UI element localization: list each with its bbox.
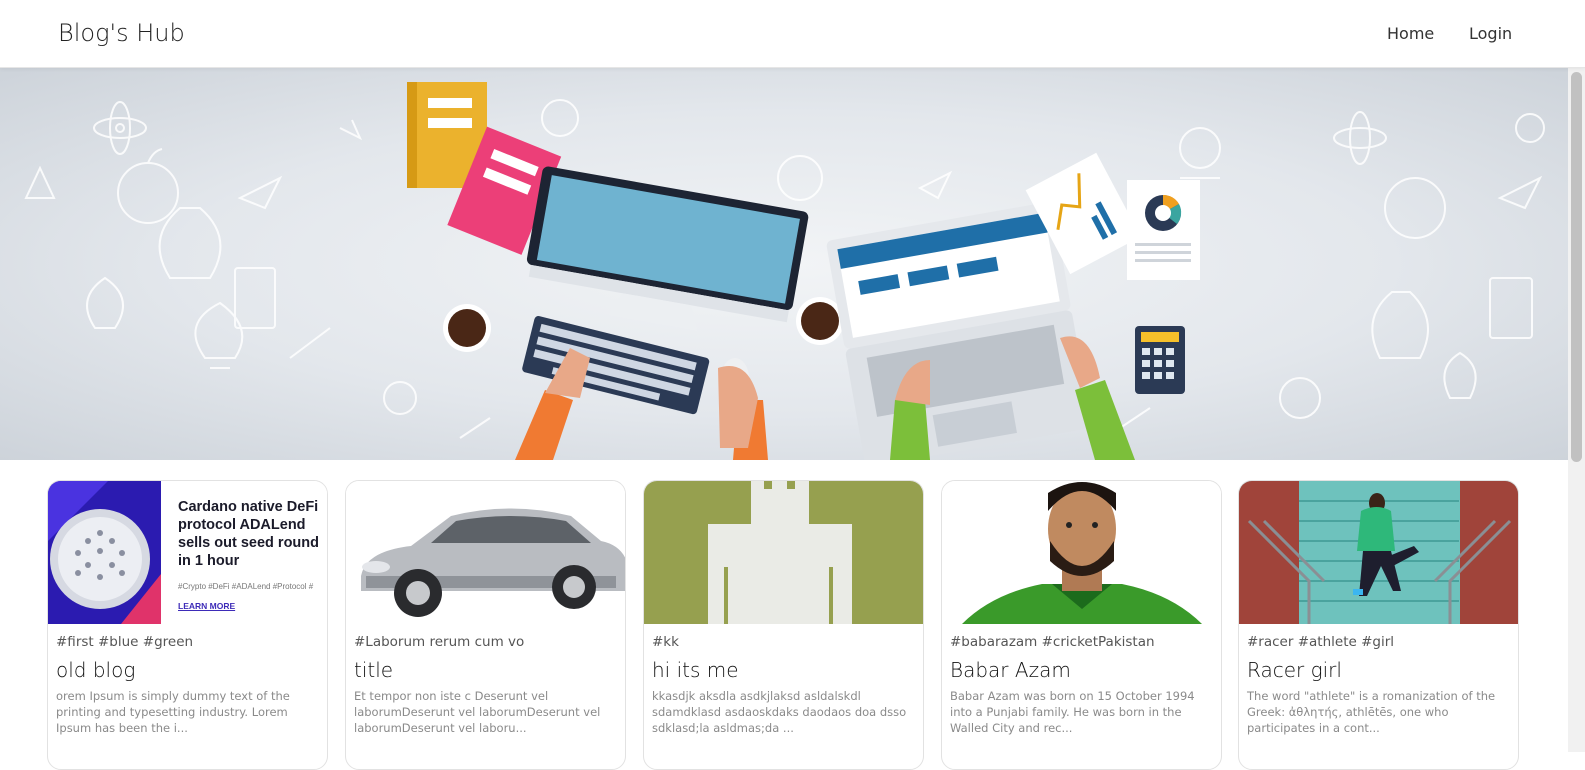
blog-card[interactable]: #Laborum rerum cum vo title Et tempor no… bbox=[345, 480, 626, 770]
card-excerpt: orem Ipsum is simply dummy text of the p… bbox=[56, 689, 290, 735]
page-scrollbar[interactable] bbox=[1568, 68, 1585, 752]
card-tags: #babarazam #cricketPakistan bbox=[950, 634, 1155, 650]
blog-card[interactable]: #kk hi its me kkasdjk aksdla asdkjlaksd … bbox=[643, 480, 924, 770]
card-thumbnail-cardano-ad: Cardano native DeFi protocol ADALend sel… bbox=[48, 481, 327, 624]
scrollbar-thumb[interactable] bbox=[1571, 72, 1582, 462]
blog-card[interactable]: #racer #athlete #girl Racer girl The wor… bbox=[1238, 480, 1519, 770]
card-excerpt: Et tempor non iste c Deserunt vel laboru… bbox=[354, 689, 601, 735]
card-tags: #first #blue #green bbox=[56, 634, 194, 650]
card-title[interactable]: title bbox=[354, 658, 393, 682]
card-excerpt: kkasdjk aksdla asdkjlaksd asldalskdl sda… bbox=[652, 689, 907, 735]
ad-headline: Cardano native DeFi protocol ADALend sel… bbox=[178, 499, 319, 569]
card-title[interactable]: old blog bbox=[56, 658, 135, 682]
card-title[interactable]: Babar Azam bbox=[950, 658, 1071, 682]
card-title[interactable]: Racer girl bbox=[1247, 658, 1342, 682]
card-excerpt: Babar Azam was born on 15 October 1994 i… bbox=[950, 689, 1195, 735]
workspace-illustration bbox=[24, 82, 1545, 460]
card-tags: #kk bbox=[652, 634, 679, 650]
hero-banner-image bbox=[0, 68, 1568, 460]
ad-learn-more-link: LEARN MORE bbox=[178, 601, 236, 611]
nav-login-link[interactable]: Login bbox=[1469, 24, 1512, 43]
brand-logo-text[interactable]: Blog's Hub bbox=[58, 19, 185, 47]
blog-card[interactable]: #babarazam #cricketPakistan Babar Azam B… bbox=[941, 480, 1222, 770]
card-thumbnail-athlete bbox=[1239, 481, 1518, 624]
card-thumbnail-car bbox=[346, 481, 625, 624]
card-title[interactable]: hi its me bbox=[652, 658, 739, 682]
card-excerpt: The word "athlete" is a romanization of … bbox=[1247, 689, 1496, 735]
card-thumbnail-pixel-figure bbox=[644, 481, 923, 624]
card-thumbnail-cricketer bbox=[942, 481, 1221, 624]
blog-card[interactable]: Cardano native DeFi protocol ADALend sel… bbox=[47, 480, 328, 770]
top-navbar: Blog's Hub Home Login bbox=[0, 0, 1585, 68]
nav-home-link[interactable]: Home bbox=[1387, 24, 1434, 43]
ad-tags: #Crypto #DeFi #ADALend #Protocol # bbox=[178, 582, 314, 591]
card-tags: #Laborum rerum cum vo bbox=[354, 634, 525, 650]
card-tags: #racer #athlete #girl bbox=[1247, 634, 1395, 650]
